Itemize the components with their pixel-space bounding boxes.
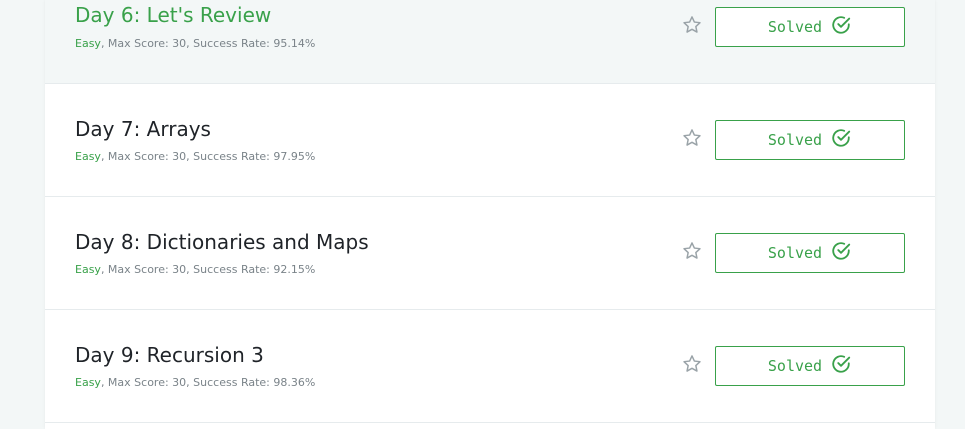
check-circle-icon [830,240,852,266]
challenge-stats: , Max Score: 30, Success Rate: 98.36% [100,376,316,389]
challenge-stats: , Max Score: 30, Success Rate: 92.15% [100,263,316,276]
challenge-meta: Easy, Max Score: 30, Success Rate: 97.95… [75,150,315,164]
star-icon[interactable] [681,240,703,262]
solved-button[interactable]: Solved [715,346,905,386]
solved-label: Solved [767,131,823,149]
star-icon[interactable] [681,353,703,375]
challenge-title[interactable]: Day 7: Arrays [75,117,211,141]
challenge-meta: Easy, Max Score: 30, Success Rate: 95.14… [75,37,315,51]
check-circle-icon [830,127,852,153]
challenge-list: Day 6: Let's Review Easy, Max Score: 30,… [45,0,935,429]
star-icon[interactable] [681,14,703,36]
star-icon[interactable] [681,127,703,149]
challenge-meta: Easy, Max Score: 30, Success Rate: 98.36… [75,376,315,390]
solved-label: Solved [767,244,823,262]
challenge-row[interactable]: Day 6: Let's Review Easy, Max Score: 30,… [45,0,935,84]
difficulty-label: Easy [75,37,101,50]
challenge-row[interactable]: Day 8: Dictionaries and Maps Easy, Max S… [45,197,935,310]
solved-label: Solved [767,18,823,36]
challenge-meta: Easy, Max Score: 30, Success Rate: 92.15… [75,263,315,277]
difficulty-label: Easy [75,150,101,163]
check-circle-icon [830,353,852,379]
check-circle-icon [830,14,852,40]
solved-button[interactable]: Solved [715,233,905,273]
solved-label: Solved [767,357,823,375]
challenge-row[interactable]: Day 7: Arrays Easy, Max Score: 30, Succe… [45,84,935,197]
solved-button[interactable]: Solved [715,120,905,160]
difficulty-label: Easy [75,376,101,389]
difficulty-label: Easy [75,263,101,276]
challenge-title[interactable]: Day 6: Let's Review [75,3,271,27]
challenge-stats: , Max Score: 30, Success Rate: 97.95% [100,150,316,163]
challenge-title[interactable]: Day 9: Recursion 3 [75,343,264,367]
challenge-title[interactable]: Day 8: Dictionaries and Maps [75,230,369,254]
challenge-row[interactable]: Day 9: Recursion 3 Easy, Max Score: 30, … [45,310,935,423]
challenge-stats: , Max Score: 30, Success Rate: 95.14% [100,37,316,50]
solved-button[interactable]: Solved [715,7,905,47]
